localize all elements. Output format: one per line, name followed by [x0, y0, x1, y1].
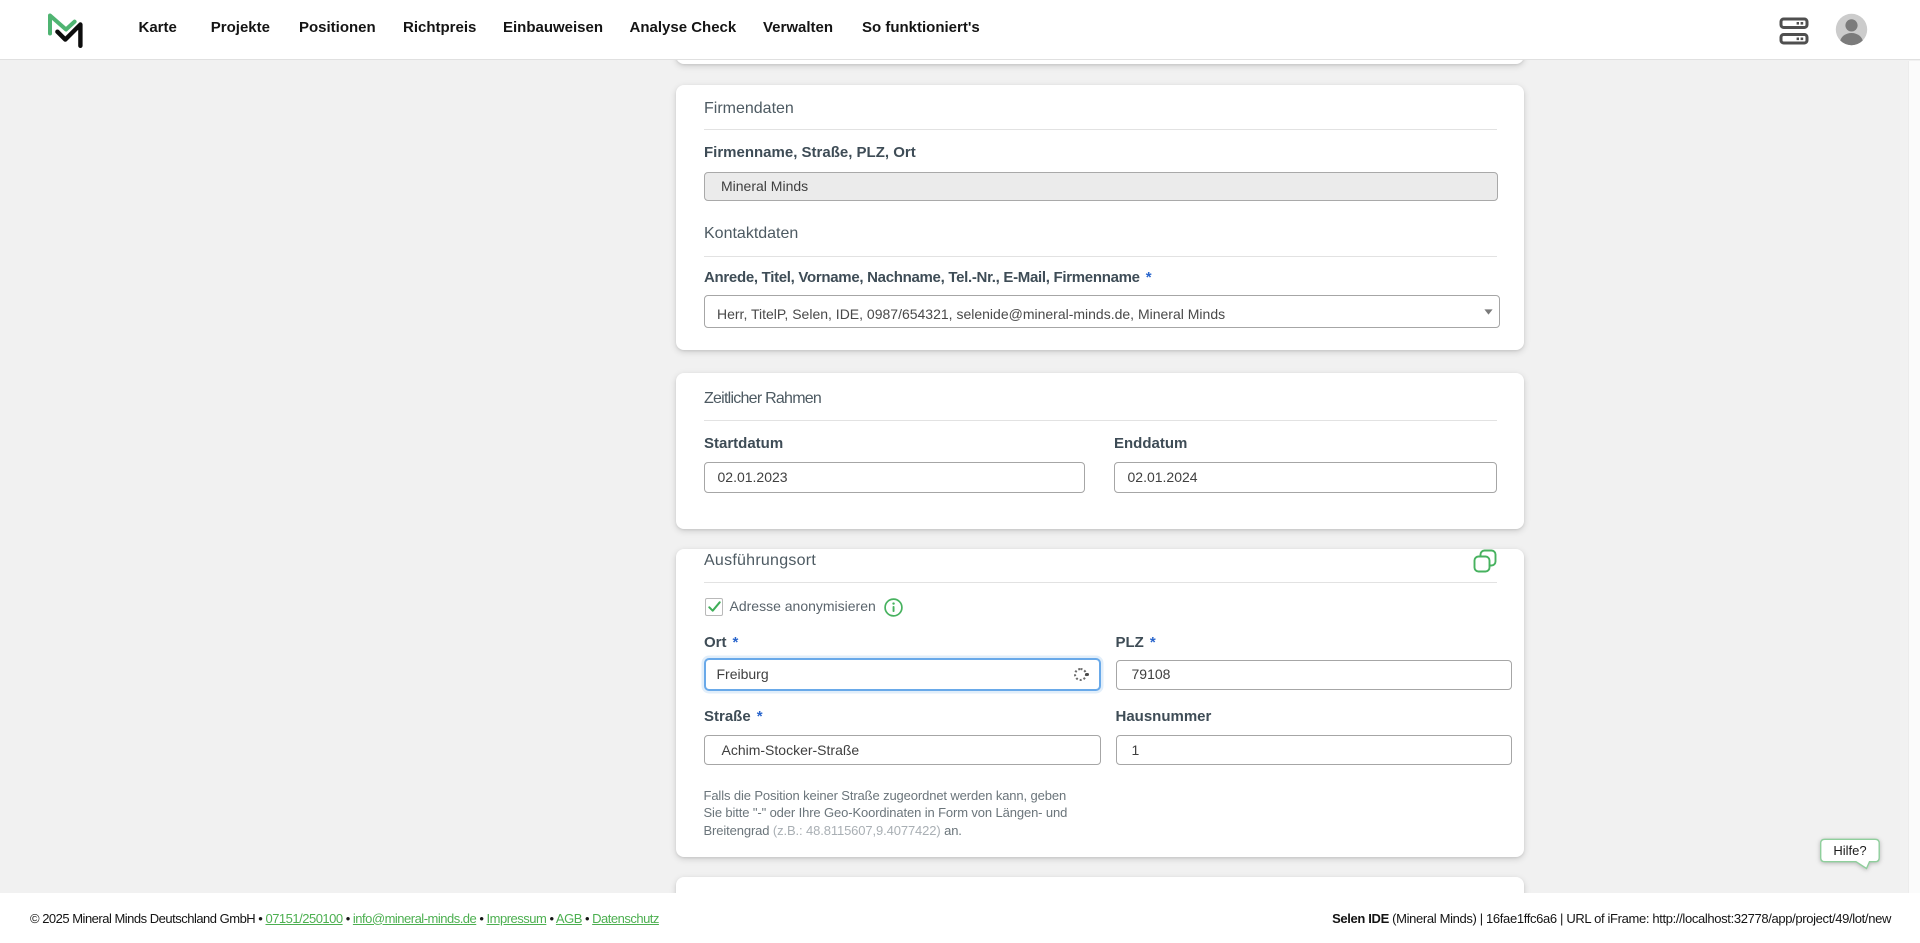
svg-text:Hilfe?: Hilfe?: [1833, 843, 1866, 858]
